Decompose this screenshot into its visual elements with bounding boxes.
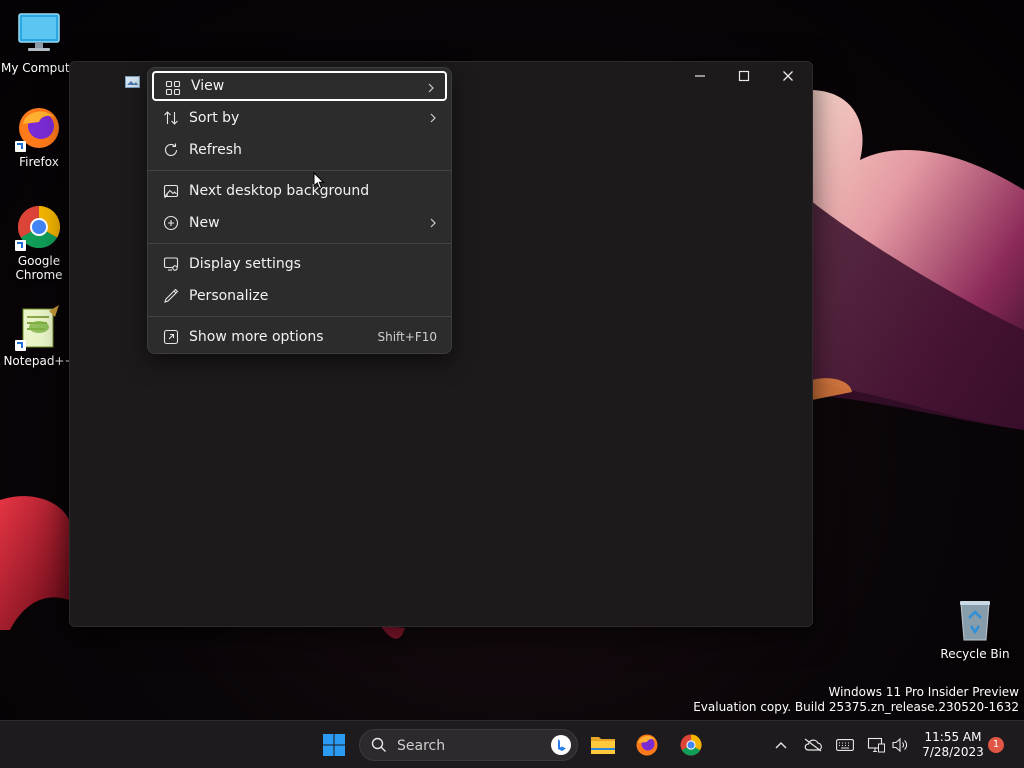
desktop-icon-notepad-plus-plus[interactable]: Notepad++	[0, 303, 78, 368]
folder-icon	[591, 737, 615, 754]
show-hidden-icons-button[interactable]	[771, 735, 791, 755]
pen-icon	[163, 288, 179, 304]
close-button[interactable]	[766, 62, 810, 90]
shortcut-arrow-icon	[15, 240, 26, 251]
recycle-bin-icon	[951, 596, 999, 644]
chevron-right-icon	[429, 217, 437, 229]
menu-item-label: View	[191, 78, 225, 94]
menu-item-label: Next desktop background	[189, 183, 370, 199]
menu-item-personalize[interactable]: Personalize	[152, 281, 447, 311]
windows-logo-icon	[323, 734, 345, 756]
new-plus-icon	[163, 215, 179, 231]
shortcut-arrow-icon	[15, 340, 26, 351]
menu-separator	[148, 170, 451, 171]
chevron-up-icon	[775, 742, 787, 749]
menu-item-view[interactable]: View	[152, 71, 447, 101]
desktop-icon-label: My Compute	[1, 61, 77, 75]
desktop-icon-google-chrome[interactable]: Google Chrome	[0, 203, 78, 282]
desktop-icon-recycle-bin[interactable]: Recycle Bin	[936, 596, 1014, 661]
minimize-button[interactable]	[678, 62, 722, 90]
clock-time: 11:55 AM	[924, 730, 982, 744]
refresh-icon	[163, 142, 179, 158]
taskbar-clock[interactable]: 11:55 AM 7/28/2023	[918, 730, 988, 760]
menu-item-label: Sort by	[189, 110, 240, 126]
image-app-icon	[125, 76, 140, 88]
watermark-build: Evaluation copy. Build 25375.zn_release.…	[693, 700, 1019, 714]
desktop-icon-my-computer[interactable]: My Compute	[0, 10, 78, 75]
display-settings-icon	[163, 256, 179, 272]
desktop-icon-label: Firefox	[19, 155, 59, 169]
menu-item-display-settings[interactable]: Display settings	[152, 249, 447, 279]
keyboard-icon	[836, 739, 854, 751]
desktop[interactable]: My Compute Firefox Google Chrome Notepad…	[0, 0, 1024, 768]
firefox-icon	[15, 104, 63, 152]
menu-item-refresh[interactable]: Refresh	[152, 135, 447, 165]
more-options-icon	[163, 329, 179, 345]
chrome-icon	[15, 203, 63, 251]
desktop-icon-label: Recycle Bin	[940, 647, 1010, 661]
taskbar-firefox[interactable]	[631, 729, 663, 761]
keyboard-shortcut: Shift+F10	[377, 330, 437, 344]
menu-item-new[interactable]: New	[152, 208, 447, 238]
input-indicator-button[interactable]	[835, 735, 855, 755]
desktop-context-menu: View Sort by Refresh Next desktop backgr…	[147, 67, 452, 354]
watermark-edition: Windows 11 Pro Insider Preview	[828, 685, 1019, 699]
chevron-right-icon	[427, 82, 435, 94]
speaker-icon	[892, 737, 907, 753]
next-background-icon	[163, 183, 179, 199]
network-monitor-icon	[867, 737, 885, 753]
menu-item-label: Display settings	[189, 256, 301, 272]
start-button[interactable]	[318, 729, 350, 761]
notepad-plus-plus-icon	[15, 303, 63, 351]
desktop-icon-label: Google Chrome	[15, 254, 63, 282]
sort-icon	[163, 110, 179, 126]
menu-separator	[148, 316, 451, 317]
mouse-pointer-icon	[313, 172, 325, 190]
menu-item-show-more-options[interactable]: Show more options Shift+F10	[152, 322, 447, 352]
taskbar: Search 11:55 AM 7/28/2023 1	[0, 720, 1024, 768]
menu-item-next-desktop-background[interactable]: Next desktop background	[152, 176, 447, 206]
menu-item-label: Refresh	[189, 142, 242, 158]
taskbar-chrome[interactable]	[675, 729, 707, 761]
search-icon	[371, 737, 387, 753]
desktop-icon-label: Notepad++	[3, 354, 75, 368]
menu-item-label: Show more options	[189, 329, 324, 345]
onedrive-tray-button[interactable]	[803, 735, 823, 755]
taskbar-search-box[interactable]: Search	[359, 729, 578, 761]
menu-item-label: Personalize	[189, 288, 269, 304]
notification-badge[interactable]: 1	[988, 737, 1004, 753]
monitor-icon	[15, 10, 63, 58]
menu-separator	[148, 243, 451, 244]
clock-date: 7/28/2023	[922, 745, 984, 759]
grid-view-icon	[165, 80, 181, 96]
firefox-icon	[636, 734, 658, 756]
maximize-button[interactable]	[722, 62, 766, 90]
cloud-offline-icon	[804, 738, 822, 752]
chrome-icon	[680, 734, 702, 756]
chevron-right-icon	[429, 112, 437, 124]
shortcut-arrow-icon	[15, 141, 26, 152]
volume-tray-button[interactable]	[890, 735, 910, 755]
taskbar-file-explorer[interactable]	[587, 729, 619, 761]
evaluation-watermark: Windows 11 Pro Insider Preview Evaluatio…	[693, 685, 1019, 715]
desktop-icon-firefox[interactable]: Firefox	[0, 104, 78, 169]
menu-item-label: New	[189, 215, 220, 231]
search-placeholder: Search	[397, 738, 446, 754]
bing-icon[interactable]	[550, 734, 572, 756]
network-tray-button[interactable]	[866, 735, 886, 755]
menu-item-sort-by[interactable]: Sort by	[152, 103, 447, 133]
